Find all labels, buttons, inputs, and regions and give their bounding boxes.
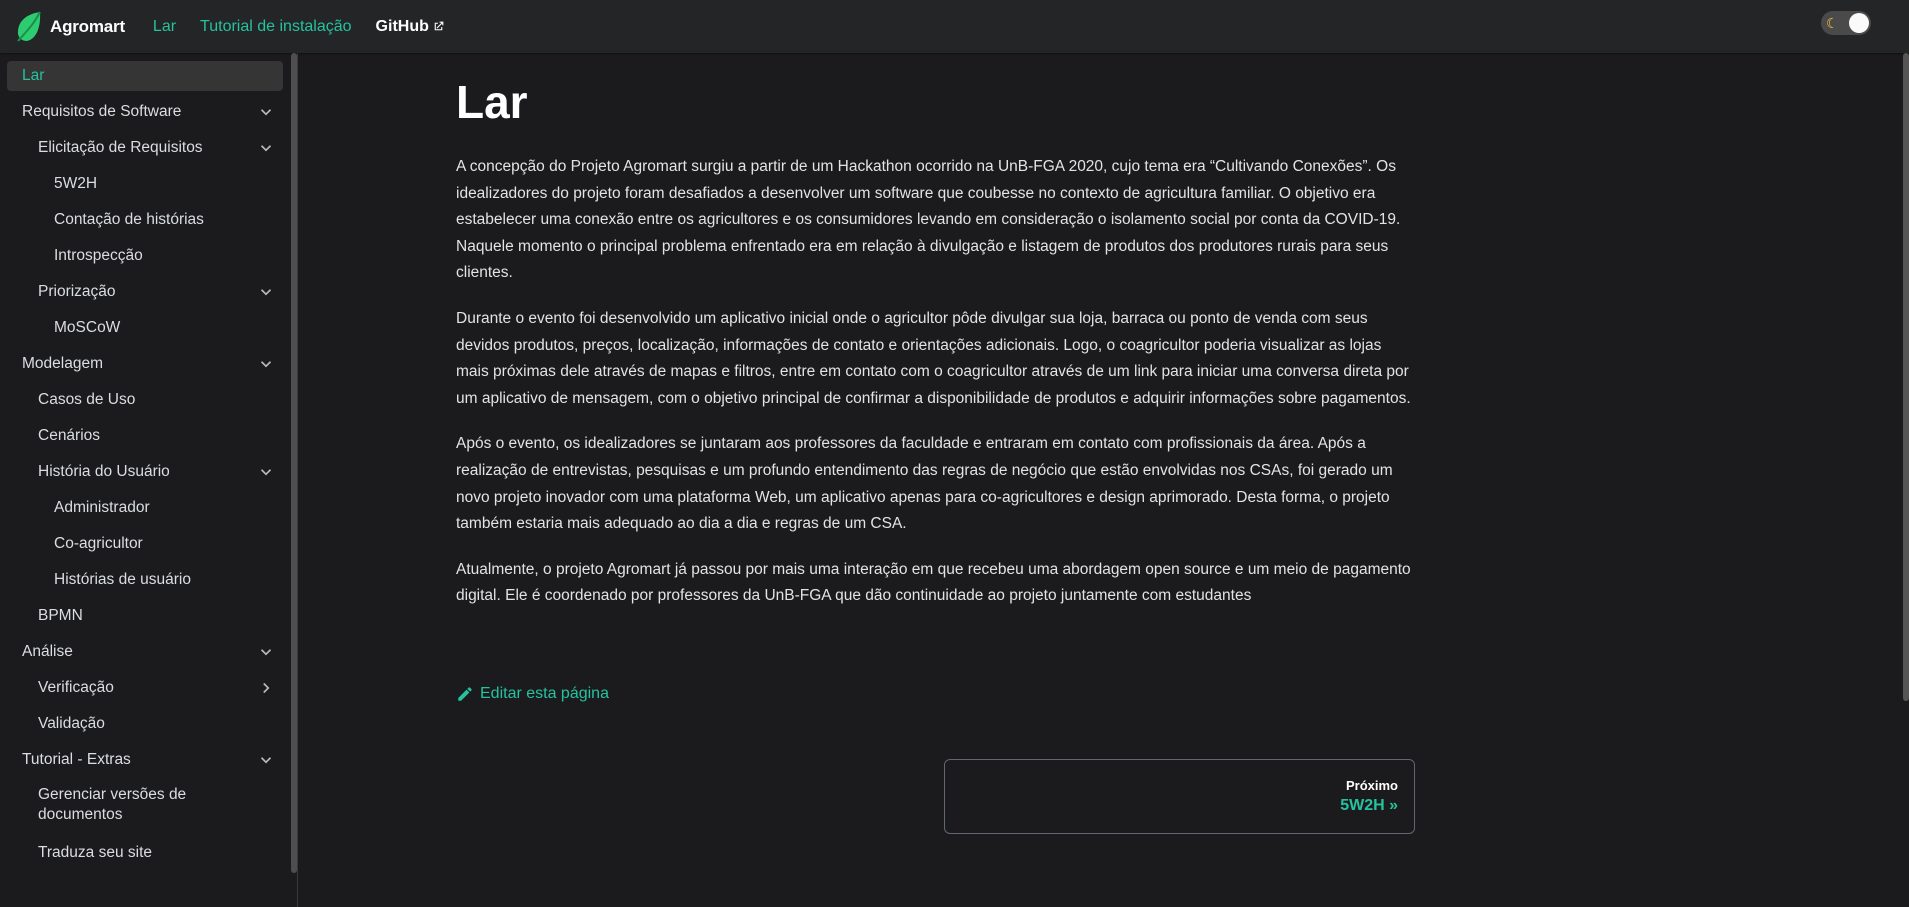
sidebar-item-requisitos-de-software[interactable]: Requisitos de Software xyxy=(7,97,283,127)
sidebar-item-label: Traduza seu site xyxy=(38,844,153,861)
leaf-logo-icon xyxy=(17,11,41,42)
external-link-icon xyxy=(434,21,444,31)
chevron-down-icon[interactable] xyxy=(257,103,275,121)
chevron-right-icon[interactable] xyxy=(257,679,275,697)
chevron-down-icon[interactable] xyxy=(257,463,275,481)
sidebar-item-co-agricultor[interactable]: Co-agricultor xyxy=(7,529,283,559)
sidebar-item-historia-do-usuario[interactable]: História do Usuário xyxy=(7,457,283,487)
sidebar-item-5w2h[interactable]: 5W2H xyxy=(7,169,283,199)
sidebar-item-cenarios[interactable]: Cenários xyxy=(7,421,283,451)
sidebar-item-label: Cenários xyxy=(38,427,101,444)
sidebar-item-label: BPMN xyxy=(38,607,83,624)
sidebar-item-label: Validação xyxy=(38,715,105,732)
pager-next-sublabel: Próximo xyxy=(1345,778,1398,793)
sidebar-item-label: Contação de histórias xyxy=(54,211,204,228)
page-scrollbar[interactable] xyxy=(1903,53,1909,701)
sidebar-item-label: Administrador xyxy=(54,499,150,516)
paragraph: Atualmente, o projeto Agromart já passou… xyxy=(456,560,1411,605)
sidebar-item-verificacao[interactable]: Verificação xyxy=(7,673,283,703)
nav-link-github[interactable]: GitHub xyxy=(376,18,445,36)
pencil-icon xyxy=(458,687,472,701)
sidebar-item-moscow[interactable]: MoSCoW xyxy=(7,313,283,343)
sidebar-item-validacao[interactable]: Validação xyxy=(7,709,283,739)
sidebar-item-traduza-seu-site[interactable]: Traduza seu site xyxy=(7,838,283,868)
sidebar-item-label: Lar xyxy=(22,67,45,84)
sidebar-scrollbar[interactable] xyxy=(291,53,297,873)
sidebar-item-label: Priorização xyxy=(38,283,116,300)
paragraph: A concepção do Projeto Agromart surgiu a… xyxy=(456,158,1401,282)
chevron-down-icon[interactable] xyxy=(257,283,275,301)
sidebar-item-tutorial-extras[interactable]: Tutorial - Extras xyxy=(7,745,283,775)
sidebar-item-label: Histórias de usuário xyxy=(54,571,191,588)
sidebar-item-label: Análise xyxy=(22,643,73,660)
chevron-down-icon[interactable] xyxy=(257,643,275,661)
paragraph: Após o evento, os idealizadores se junta… xyxy=(456,435,1393,533)
sidebar-item-label: Introspecção xyxy=(54,247,143,264)
sidebar-item-label: Verificação xyxy=(38,679,114,696)
sidebar-item-label: Elicitação de Requisitos xyxy=(38,139,203,156)
paragraph: Durante o evento foi desenvolvido um apl… xyxy=(456,309,1411,407)
sidebar-item-administrador[interactable]: Administrador xyxy=(7,493,283,523)
sidebar-item-label: 5W2H xyxy=(54,175,98,192)
sidebar-item-priorizacao[interactable]: Priorização xyxy=(7,277,283,307)
sidebar-item-historias-de-usuario[interactable]: Histórias de usuário xyxy=(7,565,283,595)
sidebar-item-bpmn[interactable]: BPMN xyxy=(7,601,283,631)
sidebar-item-label: Requisitos de Software xyxy=(22,103,182,120)
navbar: Agromart Lar Tutorial de instalação GitH… xyxy=(0,0,1909,53)
brand-link[interactable]: Agromart xyxy=(14,10,125,44)
sidebar-item-contacao-de-historias[interactable]: Contação de histórias xyxy=(7,205,283,235)
sidebar-item-label: Modelagem xyxy=(22,355,103,372)
theme-toggle[interactable]: ☾ xyxy=(1821,11,1871,35)
toggle-knob xyxy=(1849,13,1869,33)
brand-title: Agromart xyxy=(50,16,125,36)
sidebar-item-lar[interactable]: Lar xyxy=(7,61,283,91)
sidebar: Lar Requisitos de Software Elicitação de… xyxy=(0,53,298,907)
sidebar-item-label: Casos de Uso xyxy=(38,391,136,408)
sidebar-item-label: Gerenciar versões de documentos xyxy=(38,786,187,823)
edit-page-link[interactable]: Editar esta página xyxy=(456,685,609,703)
sidebar-item-modelagem[interactable]: Modelagem xyxy=(7,349,283,379)
sidebar-item-gerenciar-versoes[interactable]: Gerenciar versões de documentos xyxy=(7,781,283,829)
nav-link-lar[interactable]: Lar xyxy=(153,18,176,36)
sidebar-item-label: Co-agricultor xyxy=(54,535,143,552)
moon-icon: ☾ xyxy=(1826,15,1839,31)
sidebar-item-analise[interactable]: Análise xyxy=(7,637,283,667)
chevron-down-icon[interactable] xyxy=(257,139,275,157)
sidebar-item-casos-de-uso[interactable]: Casos de Uso xyxy=(7,385,283,415)
chevron-down-icon[interactable] xyxy=(257,355,275,373)
pager-next-label: 5W2H » xyxy=(1340,797,1398,814)
sidebar-item-introspeccao[interactable]: Introspecção xyxy=(7,241,283,271)
sidebar-item-label: MoSCoW xyxy=(54,319,121,336)
chevron-down-icon[interactable] xyxy=(257,751,275,769)
nav-link-github-label: GitHub xyxy=(375,17,429,35)
edit-page-label: Editar esta página xyxy=(480,685,609,702)
page-title: Lar xyxy=(456,76,528,128)
sidebar-item-label: História do Usuário xyxy=(38,463,170,480)
sidebar-item-label: Tutorial - Extras xyxy=(22,751,131,768)
sidebar-item-elicitacao-de-requisitos[interactable]: Elicitação de Requisitos xyxy=(7,133,283,163)
nav-link-tutorial[interactable]: Tutorial de instalação xyxy=(200,18,352,36)
article-content: A concepção do Projeto Agromart surgiu a… xyxy=(456,154,1416,629)
pager-next[interactable]: Próximo 5W2H » xyxy=(944,759,1415,834)
